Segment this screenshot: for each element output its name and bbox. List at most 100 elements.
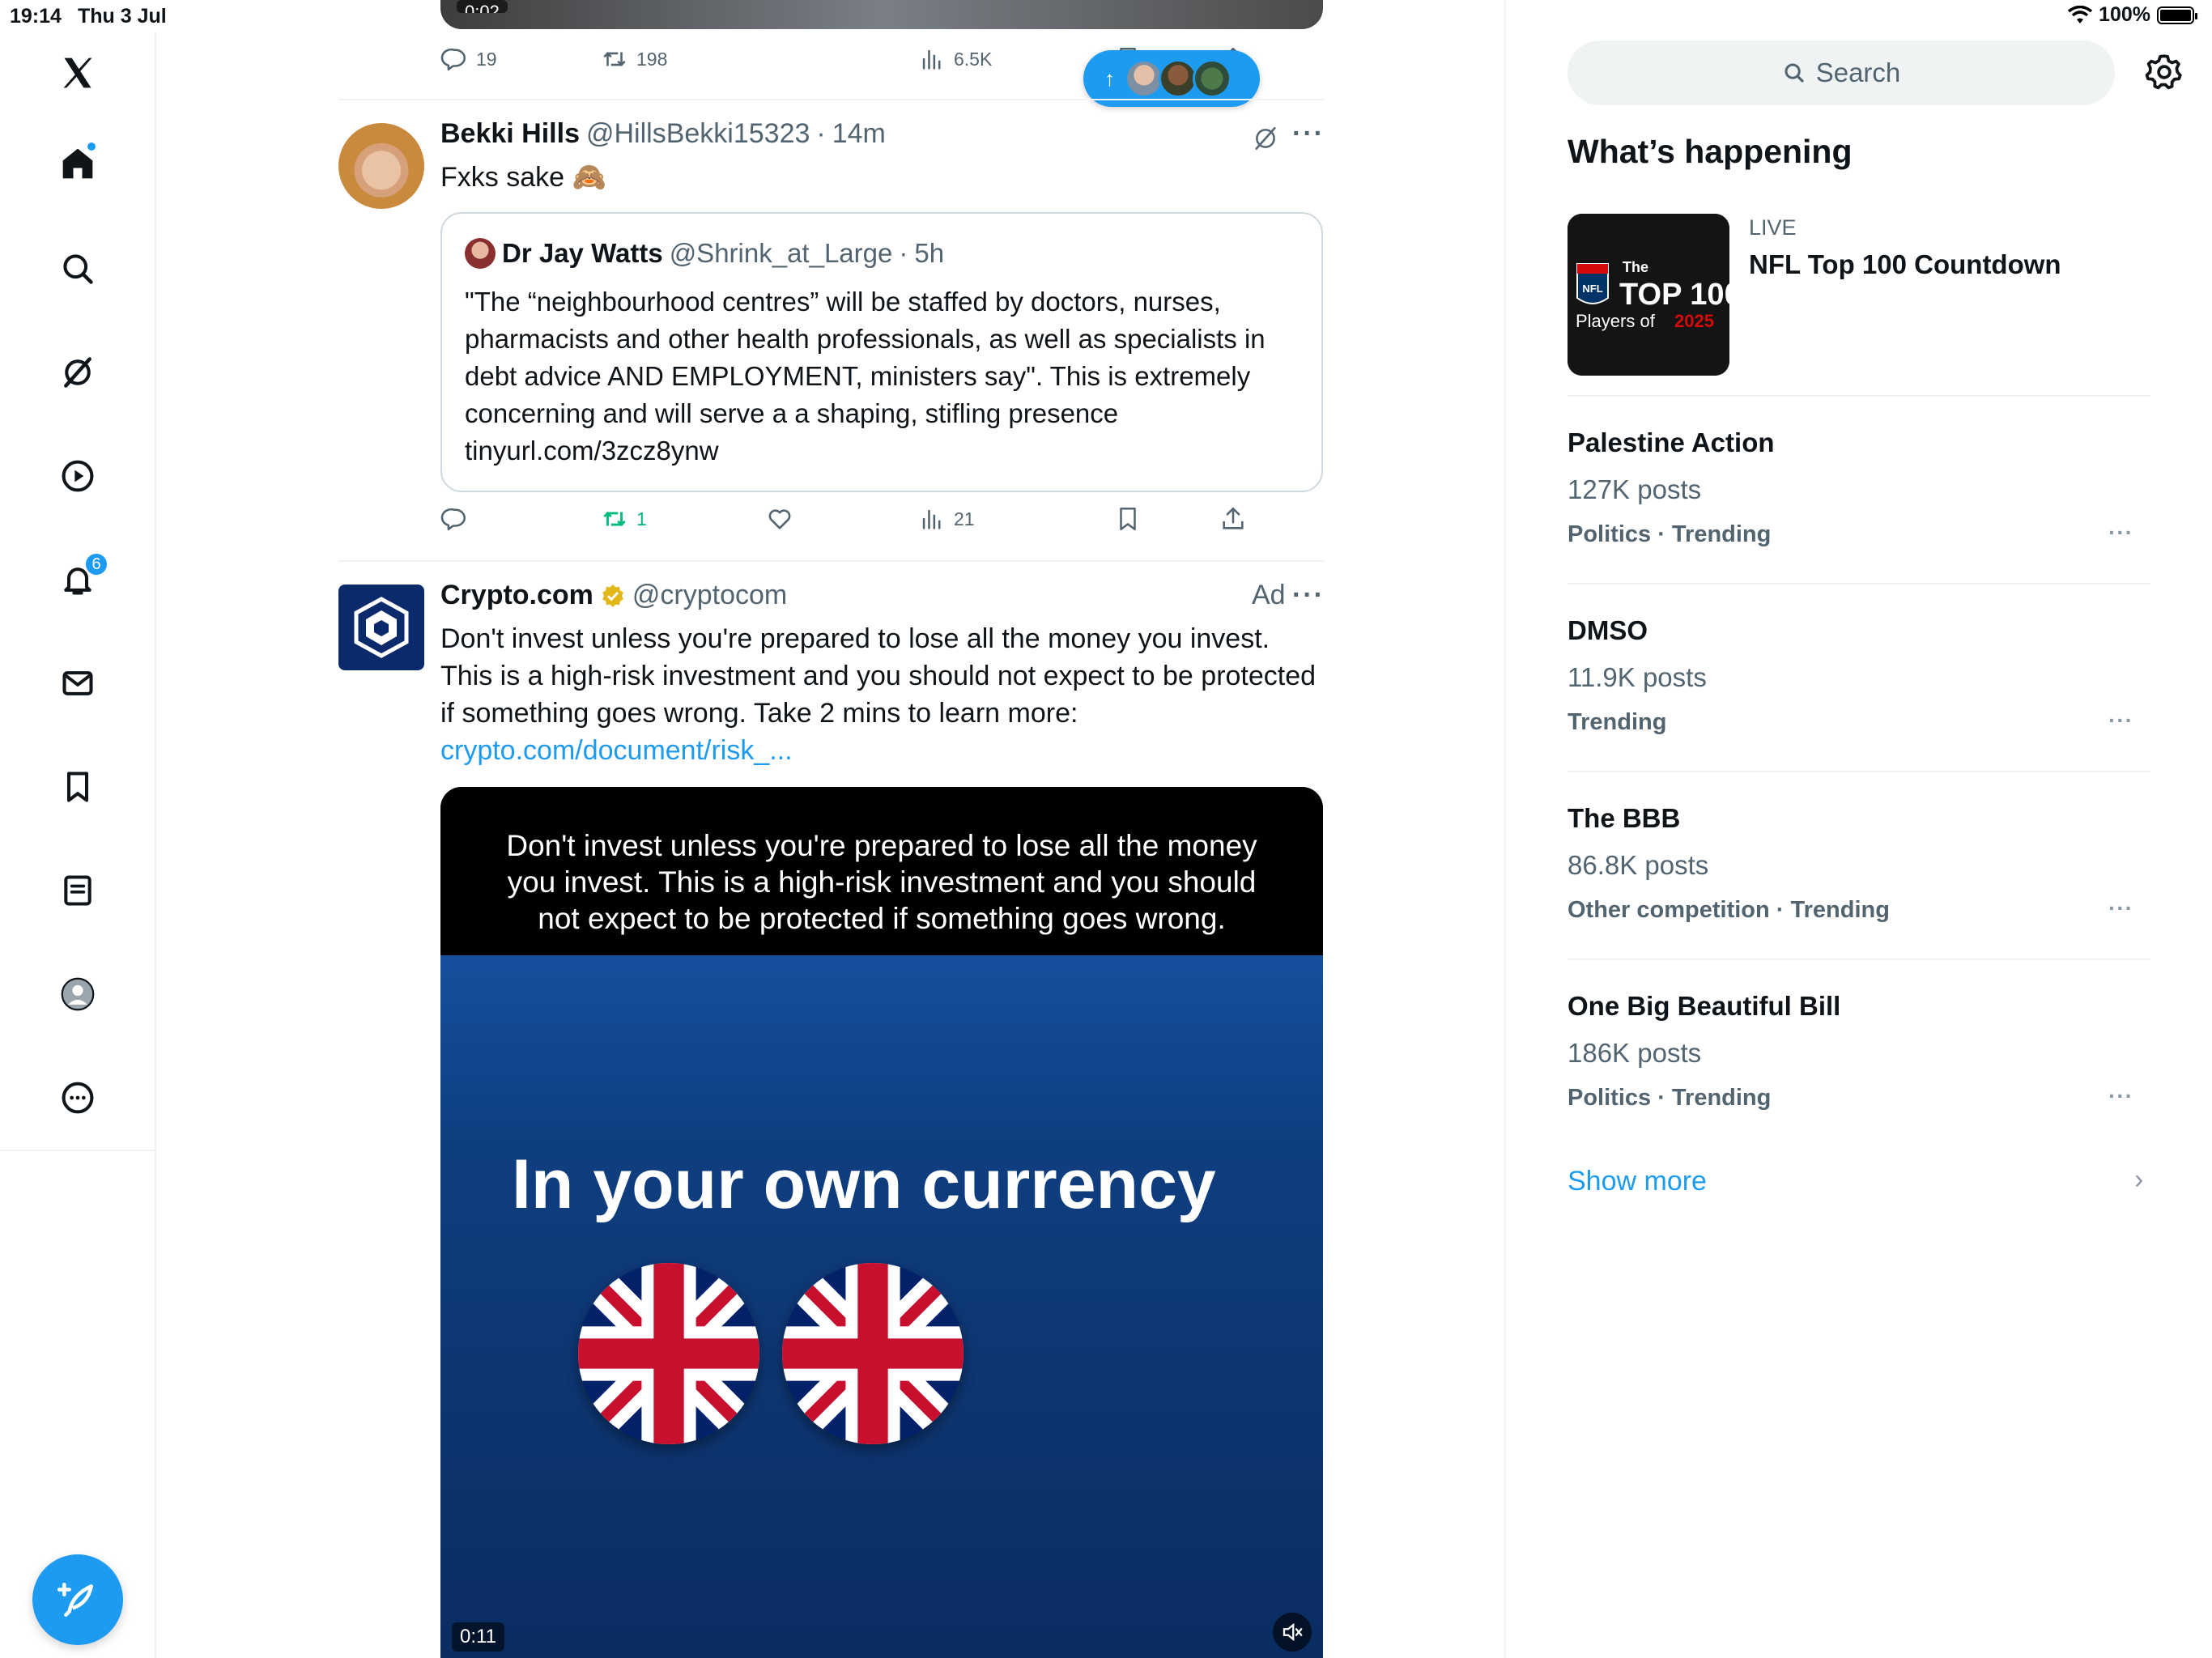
trend-more-icon[interactable]: ···: [2108, 708, 2133, 733]
trend-divider: [1568, 395, 2150, 397]
advertiser-name[interactable]: Crypto.com: [440, 580, 593, 611]
repost-button[interactable]: 198: [601, 45, 667, 73]
profile-avatar-icon[interactable]: [45, 962, 110, 1027]
quoted-post-text: "The “neighbourhood centres” will be sta…: [465, 287, 1266, 466]
gear-icon[interactable]: [2144, 52, 2184, 92]
previous-post-media[interactable]: [440, 0, 1323, 29]
views-icon: [922, 509, 941, 529]
trend-category: Trending: [1568, 709, 1667, 735]
post-avatar[interactable]: [338, 123, 424, 209]
search-input[interactable]: Search: [1568, 40, 2115, 105]
compose-post-button[interactable]: [32, 1554, 123, 1645]
trend-divider: [1568, 959, 2150, 960]
author-name[interactable]: Bekki Hills: [440, 118, 580, 150]
quoted-post-time: 5h: [914, 238, 945, 268]
trend-name[interactable]: Palestine Action: [1568, 427, 1775, 458]
repost-count: 1: [636, 508, 647, 529]
post-text: Fxks sake 🙈: [440, 162, 606, 193]
notifications-icon[interactable]: 6: [45, 547, 110, 612]
live-event-title[interactable]: NFL Top 100 Countdown: [1749, 249, 2061, 280]
new-post-avatar: [1159, 59, 1197, 98]
live-event-thumbnail[interactable]: NFL The TOP 100 Players of 2025: [1568, 214, 1729, 376]
uk-flag-icon: [782, 1263, 963, 1444]
ad-video-time: 0:11: [452, 1622, 504, 1652]
repost-button[interactable]: 1: [601, 505, 647, 533]
post-time[interactable]: 14m: [832, 118, 886, 150]
reply-button[interactable]: 19: [440, 45, 497, 73]
speaker-muted-icon: [1283, 1622, 1303, 1642]
ad-more-icon[interactable]: ···: [1292, 580, 1325, 611]
search-placeholder: Search: [1815, 57, 1901, 87]
video-icon[interactable]: [45, 444, 110, 508]
ad-link[interactable]: crypto.com/document/risk_...: [440, 732, 1323, 769]
reply-button[interactable]: [440, 505, 468, 533]
repost-icon: [603, 52, 626, 66]
share-button[interactable]: [1219, 505, 1247, 533]
thumb-year-text: 2025: [1674, 311, 1714, 331]
bookmark-button[interactable]: [1114, 505, 1142, 533]
home-icon[interactable]: [45, 131, 110, 196]
quoted-author-handle: @Shrink_at_Large: [669, 238, 893, 268]
repost-count: 198: [636, 48, 668, 70]
trend-name[interactable]: DMSO: [1568, 615, 1648, 646]
compose-feather-icon: [57, 1582, 93, 1618]
column-divider: [1504, 0, 1506, 1658]
messages-icon[interactable]: [45, 651, 110, 716]
trend-post-count: 11.9K posts: [1568, 662, 1707, 692]
home-unread-dot: [86, 141, 97, 152]
views-button[interactable]: 21: [918, 505, 975, 533]
right-sidebar: Search What’s happening NFL The TOP 100 …: [1568, 0, 2212, 1658]
status-time: 19:14: [10, 5, 62, 28]
like-button[interactable]: [766, 505, 793, 533]
bookmark-icon: [1120, 507, 1136, 531]
quoted-post[interactable]: Dr Jay Watts @Shrink_at_Large · 5h "The …: [440, 212, 1323, 492]
lists-icon[interactable]: [45, 858, 110, 923]
grok-icon[interactable]: [45, 340, 110, 405]
separator-dot: ·: [899, 238, 908, 268]
post-divider: [338, 560, 1325, 562]
author-handle[interactable]: @HillsBekki15323: [586, 118, 810, 150]
new-post-avatar: [1193, 59, 1231, 98]
ad-disclaimer-text: Don't invest unless you're prepared to l…: [440, 787, 1323, 955]
thumb-sub-text: Players of: [1576, 311, 1656, 331]
advertiser-handle[interactable]: @cryptocom: [632, 580, 787, 611]
post-more-icon[interactable]: ···: [1292, 118, 1325, 150]
left-nav: 6: [0, 32, 156, 1658]
thumb-big-text: TOP 100: [1619, 278, 1729, 312]
nfl-logo-text: NFL: [1582, 283, 1602, 295]
uk-flag-icon: [578, 1263, 759, 1444]
chevron-right-icon: ›: [2134, 1164, 2144, 1195]
trend-post-count: 86.8K posts: [1568, 850, 1709, 880]
crypto-com-avatar[interactable]: [338, 585, 424, 670]
views-count: 21: [954, 508, 975, 529]
trend-name[interactable]: One Big Beautiful Bill: [1568, 991, 1840, 1022]
trend-post-count: 186K posts: [1568, 1038, 1702, 1068]
status-date: Thu 3 Jul: [78, 5, 167, 28]
views-button[interactable]: 6.5K: [918, 45, 992, 73]
trend-category: Politics · Trending: [1568, 521, 1772, 547]
quoted-avatar: [465, 238, 496, 269]
mute-button[interactable]: [1273, 1613, 1312, 1652]
post-divider: [338, 99, 1325, 100]
main-feed: 0:02 19 198 6.5K ↑ Bekki Hills @HillsBek: [338, 0, 1325, 1658]
x-logo-icon[interactable]: [45, 40, 110, 105]
live-label: LIVE: [1749, 215, 1797, 240]
trend-category: Politics · Trending: [1568, 1085, 1772, 1111]
ad-video[interactable]: Don't invest unless you're prepared to l…: [440, 787, 1323, 1658]
bookmarks-icon[interactable]: [45, 755, 110, 819]
trend-more-icon[interactable]: ···: [2108, 520, 2133, 546]
ad-header: Crypto.com @cryptocom: [440, 580, 787, 611]
show-more-link[interactable]: Show more: [1568, 1166, 1707, 1197]
grok-explain-icon[interactable]: [1252, 125, 1279, 152]
trend-more-icon[interactable]: ···: [2108, 895, 2133, 921]
arrow-up-icon: ↑: [1104, 66, 1115, 91]
trend-more-icon[interactable]: ···: [2108, 1083, 2133, 1109]
more-icon[interactable]: [45, 1065, 110, 1130]
share-icon: [1223, 507, 1244, 529]
search-icon[interactable]: [45, 236, 110, 301]
trend-name[interactable]: The BBB: [1568, 803, 1680, 834]
quoted-post-header: Dr Jay Watts @Shrink_at_Large · 5h: [465, 238, 944, 269]
post-actions: 1 21: [440, 505, 1323, 546]
ad-headline: In your own currency: [512, 1146, 1216, 1223]
views-icon: [922, 49, 941, 70]
